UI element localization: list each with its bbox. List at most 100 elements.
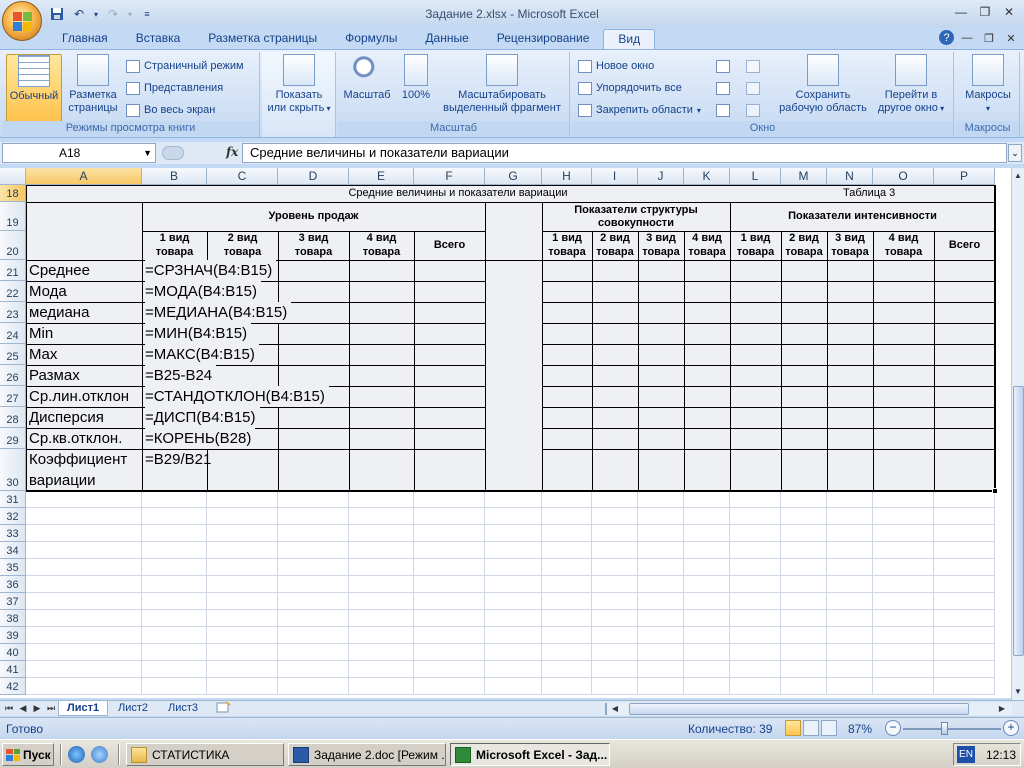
cell[interactable] <box>730 576 781 593</box>
fill-handle[interactable] <box>992 488 998 494</box>
cell[interactable] <box>638 593 684 610</box>
cell[interactable] <box>278 644 349 661</box>
column-header-k[interactable]: K <box>684 168 730 185</box>
chevron-down-icon[interactable]: ▼ <box>143 144 152 162</box>
column-header-i[interactable]: I <box>592 168 638 185</box>
cell[interactable] <box>873 491 934 508</box>
show-hide-button[interactable]: Показать или скрыть ▾ <box>266 54 332 115</box>
cell[interactable] <box>278 576 349 593</box>
cell[interactable] <box>638 576 684 593</box>
row-header[interactable]: 41 <box>0 661 26 678</box>
cell[interactable] <box>638 627 684 644</box>
cell[interactable] <box>638 559 684 576</box>
tab-insert[interactable]: Вставка <box>122 29 195 49</box>
row-header[interactable]: 32 <box>0 508 26 525</box>
cell[interactable] <box>827 576 873 593</box>
cell[interactable] <box>827 559 873 576</box>
cell[interactable] <box>349 491 414 508</box>
cell[interactable] <box>542 525 592 542</box>
cell[interactable] <box>684 678 730 695</box>
column-header-g[interactable]: G <box>485 168 542 185</box>
insert-function-icon[interactable]: fx <box>226 145 238 159</box>
column-header-n[interactable]: N <box>827 168 873 185</box>
cell[interactable] <box>684 610 730 627</box>
cell[interactable] <box>349 576 414 593</box>
row-header[interactable]: 21 <box>0 260 26 281</box>
normal-view-status-icon[interactable] <box>785 720 801 736</box>
cell[interactable] <box>934 559 995 576</box>
cell[interactable] <box>592 610 638 627</box>
prev-sheet-icon[interactable]: ◀ <box>17 702 29 715</box>
cell[interactable] <box>873 627 934 644</box>
cell[interactable] <box>827 491 873 508</box>
first-sheet-icon[interactable]: ⏮ <box>3 702 15 715</box>
cell[interactable] <box>207 610 278 627</box>
column-header-e[interactable]: E <box>349 168 414 185</box>
cell[interactable] <box>414 525 485 542</box>
column-header-m[interactable]: M <box>781 168 827 185</box>
cell[interactable] <box>781 576 827 593</box>
cell[interactable] <box>934 610 995 627</box>
cell[interactable] <box>542 627 592 644</box>
cell[interactable] <box>684 542 730 559</box>
row-header[interactable]: 19 <box>0 202 26 231</box>
cell[interactable] <box>414 559 485 576</box>
column-header-p[interactable]: P <box>934 168 995 185</box>
cell[interactable] <box>485 576 542 593</box>
column-header-h[interactable]: H <box>542 168 592 185</box>
page-break-preview-button[interactable]: Страничный режим <box>126 57 244 75</box>
hide-window-button[interactable] <box>716 79 730 97</box>
cell[interactable] <box>684 525 730 542</box>
formula-input[interactable]: Средние величины и показатели вариации <box>242 143 1007 163</box>
row-header[interactable]: 33 <box>0 525 26 542</box>
row-header[interactable]: 24 <box>0 323 26 344</box>
cell[interactable] <box>485 678 542 695</box>
cell[interactable] <box>542 576 592 593</box>
vertical-scrollbar[interactable]: ▲ ▼ <box>1011 168 1024 700</box>
internet-explorer-icon[interactable] <box>68 746 85 763</box>
page-layout-button[interactable]: Разметка страницы <box>64 54 122 115</box>
cell[interactable] <box>414 644 485 661</box>
cell[interactable] <box>142 678 207 695</box>
column-header-d[interactable]: D <box>278 168 349 185</box>
cell[interactable] <box>638 610 684 627</box>
cell[interactable] <box>485 542 542 559</box>
row-header[interactable]: 42 <box>0 678 26 695</box>
cell[interactable] <box>485 508 542 525</box>
freeze-panes-button[interactable]: Закрепить области ▾ <box>578 101 701 119</box>
cell[interactable] <box>485 559 542 576</box>
cell[interactable] <box>730 508 781 525</box>
row-header[interactable]: 39 <box>0 627 26 644</box>
cell[interactable] <box>592 593 638 610</box>
cell[interactable] <box>142 644 207 661</box>
cell[interactable] <box>827 542 873 559</box>
zoom-in-icon[interactable]: + <box>1003 720 1019 736</box>
cell[interactable] <box>684 508 730 525</box>
cell[interactable] <box>414 678 485 695</box>
cell[interactable] <box>349 678 414 695</box>
cell[interactable] <box>414 576 485 593</box>
cell[interactable] <box>485 610 542 627</box>
cell[interactable] <box>592 644 638 661</box>
cell[interactable] <box>827 508 873 525</box>
cell[interactable] <box>873 678 934 695</box>
cell[interactable] <box>26 610 142 627</box>
page-break-status-icon[interactable] <box>821 720 837 736</box>
row-header[interactable]: 38 <box>0 610 26 627</box>
tab-review[interactable]: Рецензирование <box>483 29 604 49</box>
help-icon[interactable]: ? <box>939 30 954 45</box>
cell[interactable] <box>278 678 349 695</box>
cell[interactable] <box>542 508 592 525</box>
cell[interactable] <box>142 661 207 678</box>
zoom-100-button[interactable]: 100% <box>396 54 436 102</box>
next-sheet-icon[interactable]: ▶ <box>31 702 43 715</box>
full-screen-button[interactable]: Во весь экран <box>126 101 215 119</box>
row-header[interactable]: 37 <box>0 593 26 610</box>
cell[interactable] <box>142 593 207 610</box>
cell[interactable] <box>934 627 995 644</box>
synchronous-scrolling-button[interactable] <box>746 79 760 97</box>
last-sheet-icon[interactable]: ⏭ <box>45 702 57 715</box>
row-header[interactable]: 20 <box>0 231 26 260</box>
cell[interactable] <box>542 644 592 661</box>
cell[interactable] <box>349 559 414 576</box>
